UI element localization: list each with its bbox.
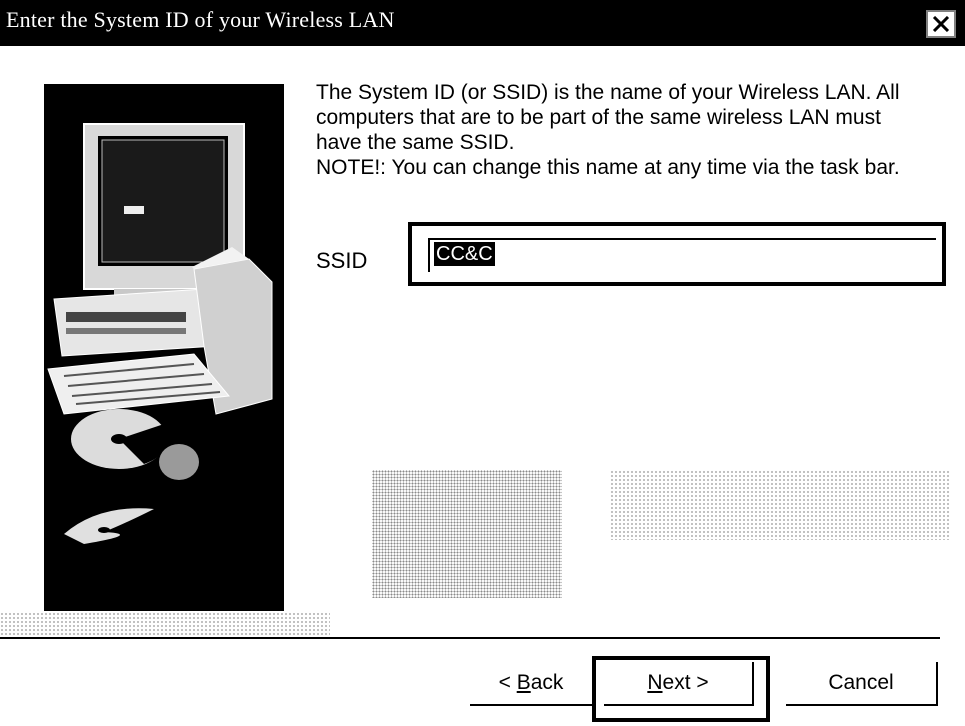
back-button-label: ack	[530, 671, 564, 694]
close-button[interactable]	[926, 10, 956, 38]
ssid-input[interactable]: CC&C	[408, 222, 946, 286]
description-line: The System ID (or SSID) is the name of y…	[316, 81, 900, 104]
computer-illustration	[44, 84, 284, 611]
window-title: Enter the System ID of your Wireless LAN	[6, 7, 395, 32]
next-button[interactable]: Next >	[604, 662, 754, 706]
scan-artifact	[610, 470, 950, 540]
next-button-accel: N	[647, 671, 663, 694]
title-bar: Enter the System ID of your Wireless LAN	[0, 0, 965, 46]
close-icon	[932, 16, 950, 32]
description-line: computers that are to be part of the sam…	[316, 106, 881, 129]
cancel-button[interactable]: Cancel	[786, 662, 938, 706]
separator-line	[0, 637, 940, 639]
ssid-input-border	[428, 238, 936, 272]
description-line: have the same SSID.	[316, 131, 515, 154]
back-button[interactable]: < Back	[470, 662, 594, 706]
note-line: NOTE!: You can change this name at any t…	[316, 156, 900, 179]
scan-artifact	[372, 470, 562, 598]
next-button-label: ext >	[662, 671, 709, 694]
scan-artifact	[0, 612, 330, 638]
ssid-value[interactable]: CC&C	[434, 242, 495, 266]
description-text: The System ID (or SSID) is the name of y…	[316, 80, 948, 180]
back-button-prefix: <	[498, 671, 517, 694]
ssid-label: SSID	[316, 248, 368, 273]
back-button-accel: B	[516, 671, 531, 694]
cancel-button-label: Cancel	[828, 671, 894, 694]
